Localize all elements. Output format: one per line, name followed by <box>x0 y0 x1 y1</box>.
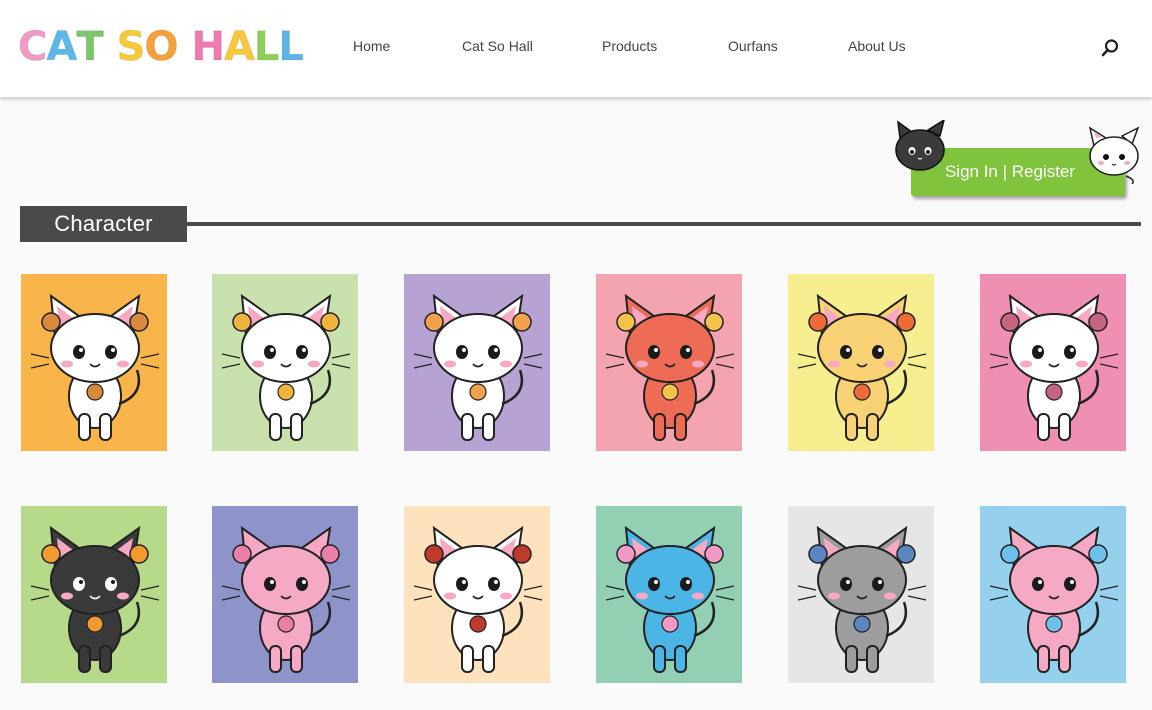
logo-letter: T <box>76 24 104 71</box>
nav-cat-so-hall[interactable]: Cat So Hall <box>462 38 533 54</box>
cancer-cat-illustration <box>605 293 735 441</box>
character-card-virgo[interactable] <box>980 274 1126 451</box>
aquarius-cat-illustration <box>797 525 927 673</box>
gemini-cat-illustration <box>413 293 543 441</box>
nav-home[interactable]: Home <box>353 38 390 54</box>
logo-word: SO <box>116 24 179 71</box>
character-card-scorpio[interactable] <box>212 506 358 683</box>
nav-ourfans[interactable]: Ourfans <box>728 38 778 54</box>
sagittarius-cat-illustration <box>413 525 543 673</box>
character-card-taurus[interactable] <box>212 274 358 451</box>
search-button[interactable] <box>1099 37 1121 59</box>
taurus-cat-illustration <box>221 293 351 441</box>
libra-cat-illustration <box>30 525 160 673</box>
logo-letter: A <box>223 24 255 71</box>
cat-so-hall-logo[interactable]: CATSOHALL <box>17 24 317 71</box>
logo-letter: S <box>116 24 146 71</box>
site-header: CATSOHALL Home Cat So Hall Products Ourf… <box>0 0 1152 99</box>
scorpio-cat-illustration <box>221 525 351 673</box>
character-card-sagittarius[interactable] <box>404 506 550 683</box>
character-card-libra[interactable] <box>21 506 167 683</box>
logo-letter: O <box>144 24 179 71</box>
white-cat-mascot <box>1088 126 1140 184</box>
pisces-cat-illustration <box>989 525 1119 673</box>
character-card-capricorn[interactable] <box>596 506 742 683</box>
logo-letter: A <box>46 24 78 71</box>
logo-letter: H <box>191 24 226 71</box>
character-card-aquarius[interactable] <box>788 506 934 683</box>
logo-letter: L <box>278 24 304 71</box>
logo-letter: L <box>253 24 279 71</box>
section-divider <box>186 222 1141 226</box>
character-card-gemini[interactable] <box>404 274 550 451</box>
logo-word: CAT <box>17 24 104 71</box>
nav-products[interactable]: Products <box>602 38 657 54</box>
black-cat-mascot <box>895 120 945 171</box>
nav-about-us[interactable]: About Us <box>848 38 906 54</box>
character-section-header: Character <box>20 206 1141 242</box>
logo-letter: C <box>17 24 47 71</box>
virgo-cat-illustration <box>989 293 1119 441</box>
character-card-pisces[interactable] <box>980 506 1126 683</box>
capricorn-cat-illustration <box>605 525 735 673</box>
character-card-leo[interactable] <box>788 274 934 451</box>
search-icon <box>1101 39 1119 57</box>
aries-cat-illustration <box>30 293 160 441</box>
character-card-aries[interactable] <box>21 274 167 451</box>
logo-word: HALL <box>191 24 304 71</box>
section-title: Character <box>20 206 187 242</box>
signin-area: Sign In | Register <box>886 120 1146 210</box>
leo-cat-illustration <box>797 293 927 441</box>
character-card-cancer[interactable] <box>596 274 742 451</box>
